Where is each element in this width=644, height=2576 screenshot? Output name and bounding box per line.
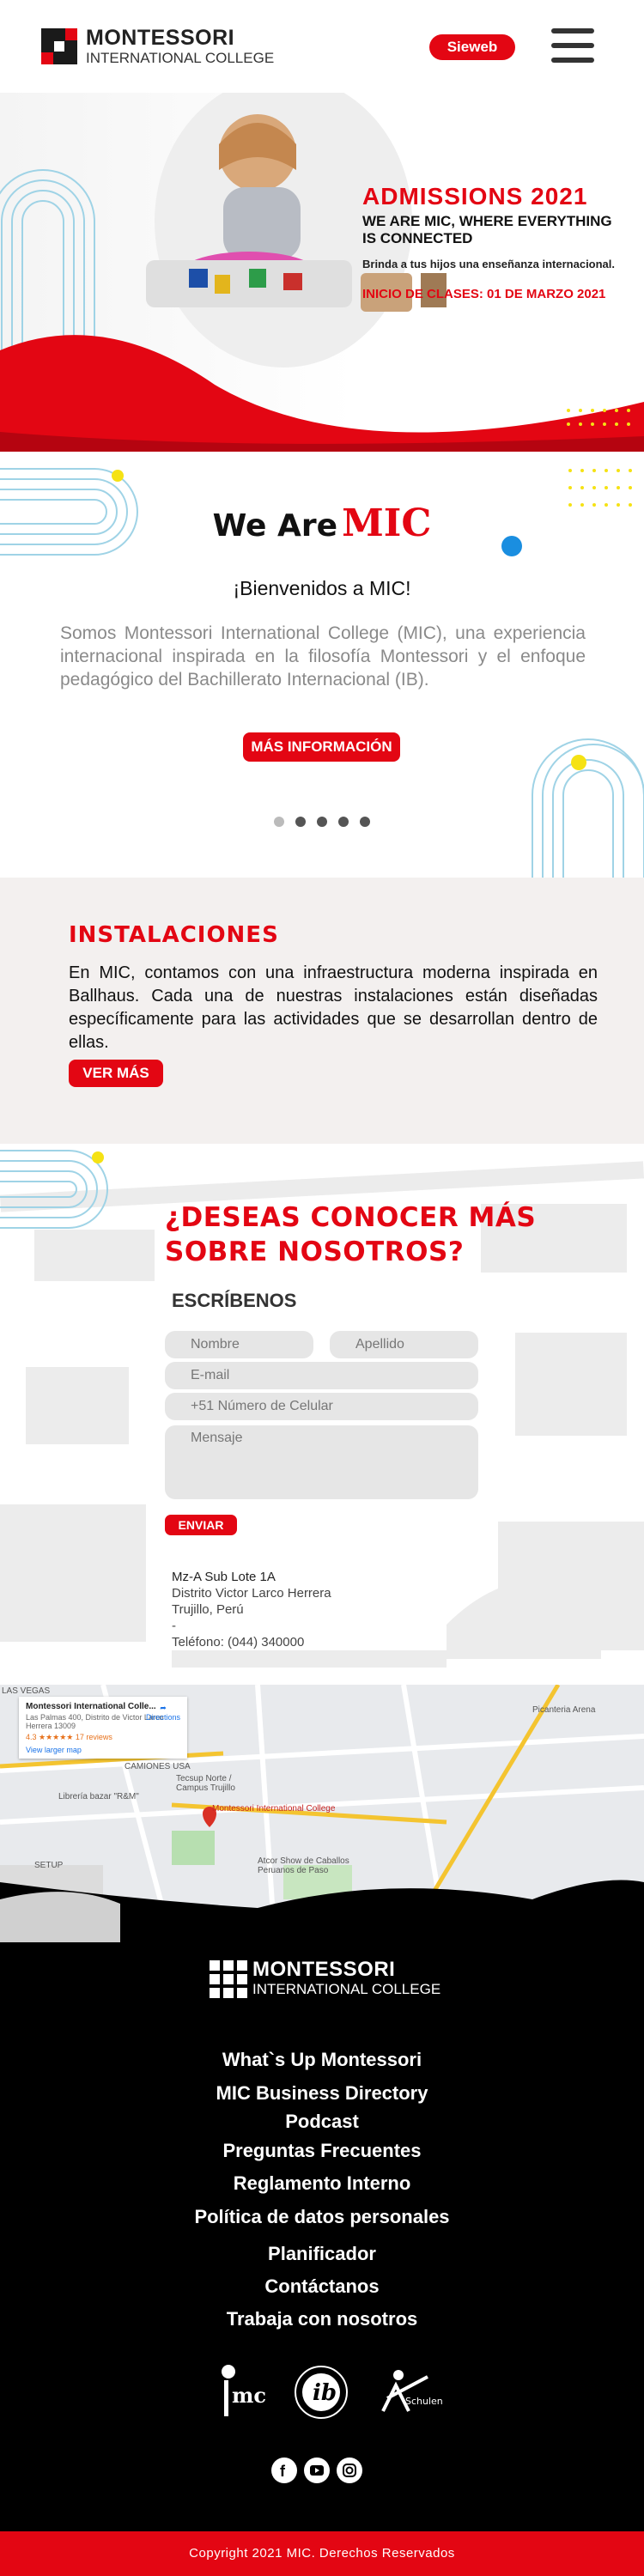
partner-logos: mc ib Schulen: Partner der Zukunft	[203, 2360, 542, 2428]
about-section: We Are MIC ¡Bienvenidos a MIC! Somos Mon…	[0, 452, 644, 878]
svg-text:Schulen: Partner der Zukunft: Schulen: Partner der Zukunft	[405, 2396, 443, 2407]
footer-link-faq[interactable]: Preguntas Frecuentes	[0, 2140, 644, 2162]
footer-logo-line1: MONTESSORI	[252, 1958, 396, 1981]
about-title-part2: MIC	[342, 501, 432, 545]
contact-title: ¿DESEAS CONOCER MÁS SOBRE NOSOTROS?	[165, 1202, 537, 1267]
about-title: We Are MIC	[0, 501, 644, 545]
phone-number: Teléfono: (044) 340000	[172, 1635, 305, 1649]
first-name-field[interactable]: Nombre	[165, 1331, 313, 1358]
map-pin-label: Montessori International College	[212, 1804, 336, 1814]
hero-decoration	[0, 93, 644, 452]
svg-text:ib: ib	[313, 2380, 337, 2406]
facilities-title: INSTALACIONES	[69, 922, 279, 948]
hero-start-date: INICIO DE CLASES: 01 DE MARZO 2021	[362, 287, 606, 301]
footer-link-whats-up[interactable]: What`s Up Montessori	[0, 2049, 644, 2071]
hero-banner: ADMISSIONS 2021 WE ARE MIC, WHERE EVERYT…	[0, 93, 644, 452]
map-label: Picanteria Arena	[532, 1705, 596, 1715]
footer-logo-line2: INTERNATIONAL COLLEGE	[252, 1981, 441, 1997]
logo-mark-icon	[41, 28, 77, 64]
schulen-partner-der-zukunft-logo: Schulen: Partner der Zukunft	[381, 2370, 542, 2412]
hero-title: ADMISSIONS 2021	[362, 183, 588, 210]
address-line4: -	[172, 1619, 176, 1633]
map-label: SETUP	[34, 1861, 64, 1870]
ib-world-school-logo: ib	[295, 2366, 348, 2419]
address-line3: Trujillo, Perú	[172, 1602, 244, 1617]
hero-subtitle: WE ARE MIC, WHERE EVERYTHING IS CONNECTE…	[362, 213, 612, 246]
contact-section: ¿DESEAS CONOCER MÁS SOBRE NOSOTROS? ESCR…	[0, 1144, 644, 1685]
footer-link-contact[interactable]: Contáctanos	[0, 2275, 644, 2298]
about-body: Somos Montessori International College (…	[60, 623, 586, 690]
last-name-field[interactable]: Apellido	[330, 1331, 478, 1358]
about-title-part1: We Are	[212, 508, 337, 544]
address-block: Mz-A Sub Lote 1A Distrito Victor Larco H…	[172, 1569, 331, 1650]
map-label: Tecsup Norte / Campus Trujillo	[176, 1774, 235, 1793]
youtube-icon[interactable]	[304, 2458, 330, 2483]
welcome-text: ¡Bienvenidos a MIC!	[233, 577, 411, 599]
see-more-button[interactable]: VER MÁS	[69, 1060, 163, 1087]
map-info-card: Montessori International Colle... Las Pa…	[19, 1697, 187, 1759]
mic-partner-logo: mc	[222, 2365, 266, 2416]
map-label: LAS VEGAS	[2, 1686, 51, 1696]
carousel-dot[interactable]	[295, 817, 306, 827]
carousel-dot[interactable]	[274, 817, 284, 827]
footer-logo[interactable]: MONTESSORI INTERNATIONAL COLLEGE	[210, 1958, 441, 1998]
form-heading: ESCRÍBENOS	[172, 1290, 297, 1311]
footer-link-privacy[interactable]: Política de datos personales	[0, 2206, 644, 2228]
facilities-section: INSTALACIONES En MIC, contamos con una i…	[0, 878, 644, 1144]
site-footer: MONTESSORI INTERNATIONAL COLLEGE What`s …	[0, 1942, 644, 2531]
submit-button[interactable]: ENVIAR	[165, 1515, 237, 1535]
map-card-rating: 4.3 ★★★★★ 17 reviews	[26, 1733, 112, 1741]
footer-link-careers[interactable]: Trabaja con nosotros	[0, 2308, 644, 2330]
copyright-bar: Copyright 2021 MIC. Derechos Reservados	[0, 2531, 644, 2576]
facebook-icon[interactable]: f	[271, 2458, 297, 2483]
more-info-button[interactable]: MÁS INFORMACIÓN	[243, 732, 400, 762]
instagram-icon[interactable]	[337, 2458, 362, 2483]
footer-link-business-directory[interactable]: MIC Business Directory	[0, 2082, 644, 2105]
site-logo[interactable]: MONTESSORI INTERNATIONAL COLLEGE	[41, 27, 274, 65]
svg-text:f: f	[280, 2463, 286, 2480]
facilities-body: En MIC, contamos con una infraestructura…	[69, 963, 598, 1052]
carousel-dot[interactable]	[317, 817, 327, 827]
footer-link-regulations[interactable]: Reglamento Interno	[0, 2172, 644, 2195]
view-larger-map-link[interactable]: View larger map	[26, 1746, 180, 1754]
logo-line1: MONTESSORI	[86, 26, 235, 50]
logo-line2: INTERNATIONAL COLLEGE	[86, 50, 275, 66]
address-line2: Distrito Victor Larco Herrera	[172, 1586, 331, 1601]
phone-field[interactable]: +51 Número de Celular	[165, 1393, 478, 1420]
map-label: Librería bazar "R&M"	[58, 1792, 139, 1801]
sieweb-button[interactable]: Sieweb	[429, 34, 515, 60]
carousel-dots	[274, 817, 381, 827]
carousel-dot[interactable]	[360, 817, 370, 827]
directions-icon: ➦	[160, 1704, 167, 1712]
directions-link[interactable]: ➦ Directions	[146, 1704, 180, 1722]
social-links: f	[271, 2458, 369, 2483]
map-label: CAMIONES USA	[125, 1762, 191, 1771]
site-header: MONTESSORI INTERNATIONAL COLLEGE Sieweb	[0, 0, 644, 93]
location-map[interactable]: Montessori International Colle... Las Pa…	[0, 1685, 644, 1942]
carousel-dot[interactable]	[338, 817, 349, 827]
footer-link-planner[interactable]: Planificador	[0, 2243, 644, 2265]
directions-label: Directions	[145, 1713, 180, 1722]
svg-text:mc: mc	[232, 2383, 266, 2408]
footer-link-podcast[interactable]: Podcast	[0, 2111, 644, 2133]
email-field[interactable]: E-mail	[165, 1362, 478, 1389]
hero-tagline: Brinda a tus hijos una enseñanza interna…	[362, 258, 616, 270]
address-line1: Mz-A Sub Lote 1A	[172, 1570, 276, 1584]
hamburger-icon[interactable]	[551, 28, 594, 63]
footer-logo-mark-icon	[210, 1959, 247, 1998]
message-field[interactable]: Mensaje	[165, 1425, 478, 1499]
map-label: Atcor Show de Caballos Peruanos de Paso	[258, 1856, 349, 1875]
